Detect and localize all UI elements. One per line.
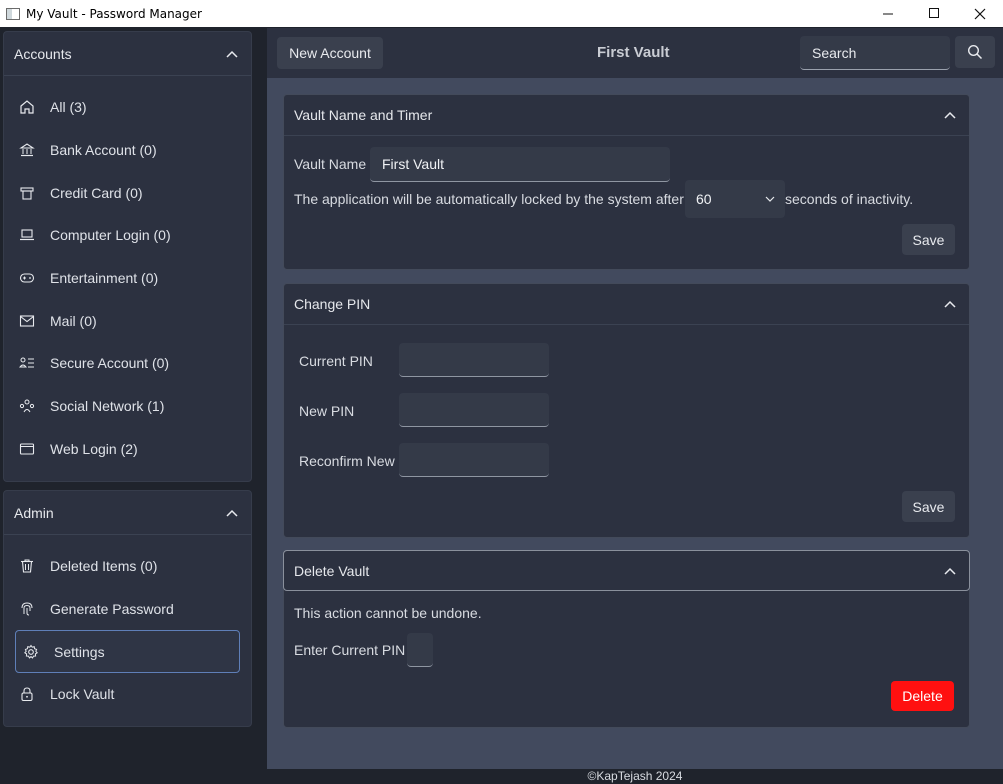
window-title: My Vault - Password Manager: [26, 6, 202, 21]
list-user-icon: [16, 352, 38, 374]
sidebar-item-label: Computer Login (0): [50, 227, 171, 244]
vault-name-timer-card: Vault Name and Timer Vault Name The appl…: [283, 94, 970, 270]
search-icon: [967, 44, 983, 60]
laptop-icon: [16, 224, 38, 246]
sidebar-item-secure-account[interactable]: Secure Account (0): [4, 342, 251, 385]
vault-name-timer-header[interactable]: Vault Name and Timer: [284, 95, 969, 136]
save-pin-button[interactable]: Save: [902, 491, 955, 522]
window-icon: [16, 438, 38, 460]
timer-value: 60: [696, 191, 712, 207]
chevron-up-icon[interactable]: [225, 47, 239, 61]
reconfirm-pin-field[interactable]: [399, 443, 549, 477]
sidebar-item-entertainment[interactable]: Entertainment (0): [4, 257, 251, 300]
chevron-up-icon[interactable]: [943, 297, 957, 311]
sidebar-item-label: Lock Vault: [50, 686, 115, 703]
card-title: Delete Vault: [294, 562, 370, 579]
enter-pin-label: Enter Current PIN: [294, 642, 406, 658]
delete-vault-card: Delete Vault This action cannot be undon…: [283, 550, 970, 728]
accounts-panel: Accounts All (3) Bank Account (0) Credit…: [3, 31, 252, 482]
settings-content: Vault Name and Timer Vault Name The appl…: [267, 78, 1003, 769]
card-title: Vault Name and Timer: [294, 107, 433, 123]
timer-text-after: seconds of inactivity.: [785, 191, 914, 207]
new-account-button[interactable]: New Account: [277, 37, 383, 69]
delete-warning: This action cannot be undone.: [294, 605, 482, 621]
chevron-up-icon[interactable]: [943, 564, 957, 578]
bank-icon: [16, 139, 38, 161]
trash-icon: [16, 555, 38, 577]
admin-title: Admin: [14, 504, 54, 521]
delete-pin-field[interactable]: [407, 633, 433, 667]
maximize-icon: [928, 8, 939, 18]
admin-panel-header[interactable]: Admin: [4, 491, 251, 535]
delete-vault-header[interactable]: Delete Vault: [283, 550, 970, 591]
sidebar-item-label: Bank Account (0): [50, 142, 157, 159]
close-button[interactable]: [957, 0, 1003, 27]
sidebar-item-lock-vault[interactable]: Lock Vault: [4, 673, 251, 716]
sidebar-item-credit-card[interactable]: Credit Card (0): [4, 171, 251, 214]
current-pin-label: Current PIN: [299, 353, 373, 369]
sidebar-item-all[interactable]: All (3): [4, 86, 251, 129]
new-pin-field[interactable]: [399, 393, 549, 427]
fingerprint-icon: [16, 598, 38, 620]
chevron-down-icon: [765, 196, 775, 202]
sidebar-item-label: Generate Password: [50, 601, 174, 618]
search-input[interactable]: [800, 36, 950, 70]
vault-name-field[interactable]: [370, 147, 670, 182]
chevron-up-icon[interactable]: [943, 108, 957, 122]
new-pin-label: New PIN: [299, 403, 355, 419]
maximize-button[interactable]: [911, 0, 957, 27]
accounts-title: Accounts: [14, 45, 72, 62]
timer-select[interactable]: 60: [685, 180, 785, 218]
home-icon: [16, 96, 38, 118]
sidebar-item-deleted-items[interactable]: Deleted Items (0): [4, 545, 251, 588]
sidebar-item-label: All (3): [50, 99, 87, 116]
lock-icon: [16, 683, 38, 705]
credit-card-icon: [16, 182, 38, 204]
sidebar-item-bank-account[interactable]: Bank Account (0): [4, 129, 251, 172]
app-icon: [6, 7, 20, 20]
reconfirm-pin-label: Reconfirm New PIN: [299, 453, 399, 469]
vault-title: First Vault: [597, 44, 670, 61]
gamepad-icon: [16, 267, 38, 289]
mail-icon: [16, 310, 38, 332]
sidebar-item-mail[interactable]: Mail (0): [4, 299, 251, 342]
search-button[interactable]: [955, 36, 995, 68]
sidebar-item-label: Web Login (2): [50, 440, 138, 457]
minimize-icon: [882, 13, 893, 15]
sidebar-item-label: Credit Card (0): [50, 184, 143, 201]
change-pin-header[interactable]: Change PIN: [284, 284, 969, 325]
sidebar-item-label: Social Network (1): [50, 398, 165, 415]
window-titlebar: My Vault - Password Manager: [0, 0, 1003, 27]
admin-panel: Admin Deleted Items (0) Generate Passwor…: [3, 490, 252, 727]
chevron-up-icon[interactable]: [225, 506, 239, 520]
sidebar-item-label: Mail (0): [50, 312, 97, 329]
current-pin-field[interactable]: [399, 343, 549, 377]
sidebar-item-settings[interactable]: Settings: [15, 630, 240, 674]
main-topbar: New Account First Vault: [267, 28, 1003, 78]
sidebar-item-generate-password[interactable]: Generate Password: [4, 588, 251, 631]
card-title: Change PIN: [294, 296, 371, 312]
save-vault-button[interactable]: Save: [902, 224, 955, 255]
close-icon: [974, 8, 986, 19]
sidebar-item-social-network[interactable]: Social Network (1): [4, 385, 251, 428]
change-pin-card: Change PIN Current PIN New PIN Reconfirm…: [283, 283, 970, 538]
footer-copyright: ©KapTejash 2024: [267, 769, 1003, 784]
accounts-panel-header[interactable]: Accounts: [4, 32, 251, 76]
sidebar-item-label: Secure Account (0): [50, 355, 170, 372]
gear-icon: [20, 641, 42, 663]
timer-text-before: The application will be automatically lo…: [294, 191, 684, 207]
sidebar-item-label: Entertainment (0): [50, 270, 159, 287]
sidebar-item-computer-login[interactable]: Computer Login (0): [4, 214, 251, 257]
sidebar-item-label: Deleted Items (0): [50, 558, 158, 575]
people-icon: [16, 395, 38, 417]
delete-vault-button[interactable]: Delete: [891, 681, 954, 711]
sidebar-item-label: Settings: [54, 643, 105, 660]
vault-name-label: Vault Name: [294, 156, 367, 172]
sidebar-item-web-login[interactable]: Web Login (2): [4, 428, 251, 471]
minimize-button[interactable]: [865, 0, 911, 27]
